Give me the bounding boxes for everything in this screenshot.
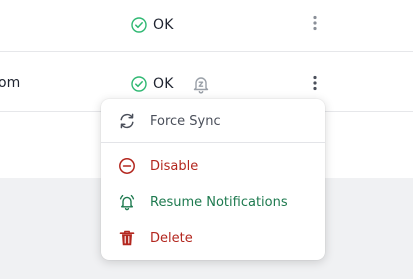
- status-indicator: OK: [131, 17, 174, 33]
- notifications-snoozed-icon: [193, 77, 209, 94]
- delete-menu-item[interactable]: Delete: [101, 220, 325, 256]
- row-actions-menu: Force Sync Disable Resume Notifications …: [101, 99, 325, 260]
- status-text: OK: [153, 17, 174, 33]
- force-sync-menu-item[interactable]: Force Sync: [101, 103, 325, 139]
- minus-circle-icon: [119, 158, 135, 174]
- status-text: OK: [153, 76, 174, 92]
- sync-icon: [120, 113, 134, 129]
- menu-divider: [101, 142, 325, 143]
- resume-notifications-menu-item[interactable]: Resume Notifications: [101, 184, 325, 220]
- check-circle-icon: [131, 76, 147, 92]
- status-indicator: OK: [131, 76, 174, 92]
- check-circle-icon: [131, 17, 147, 33]
- row-actions-button[interactable]: [305, 13, 325, 33]
- row-actions-button[interactable]: [305, 73, 325, 93]
- table-row: OK: [0, 0, 413, 52]
- row-name: om: [0, 75, 21, 91]
- more-vertical-icon: [313, 15, 317, 31]
- resume-notifications-label: Resume Notifications: [150, 194, 288, 210]
- disable-label: Disable: [150, 158, 199, 174]
- disable-menu-item[interactable]: Disable: [101, 148, 325, 184]
- bell-ringing-icon: [119, 194, 135, 211]
- trash-icon: [119, 230, 135, 246]
- delete-label: Delete: [150, 230, 193, 246]
- more-vertical-icon: [313, 75, 317, 91]
- force-sync-label: Force Sync: [150, 113, 221, 129]
